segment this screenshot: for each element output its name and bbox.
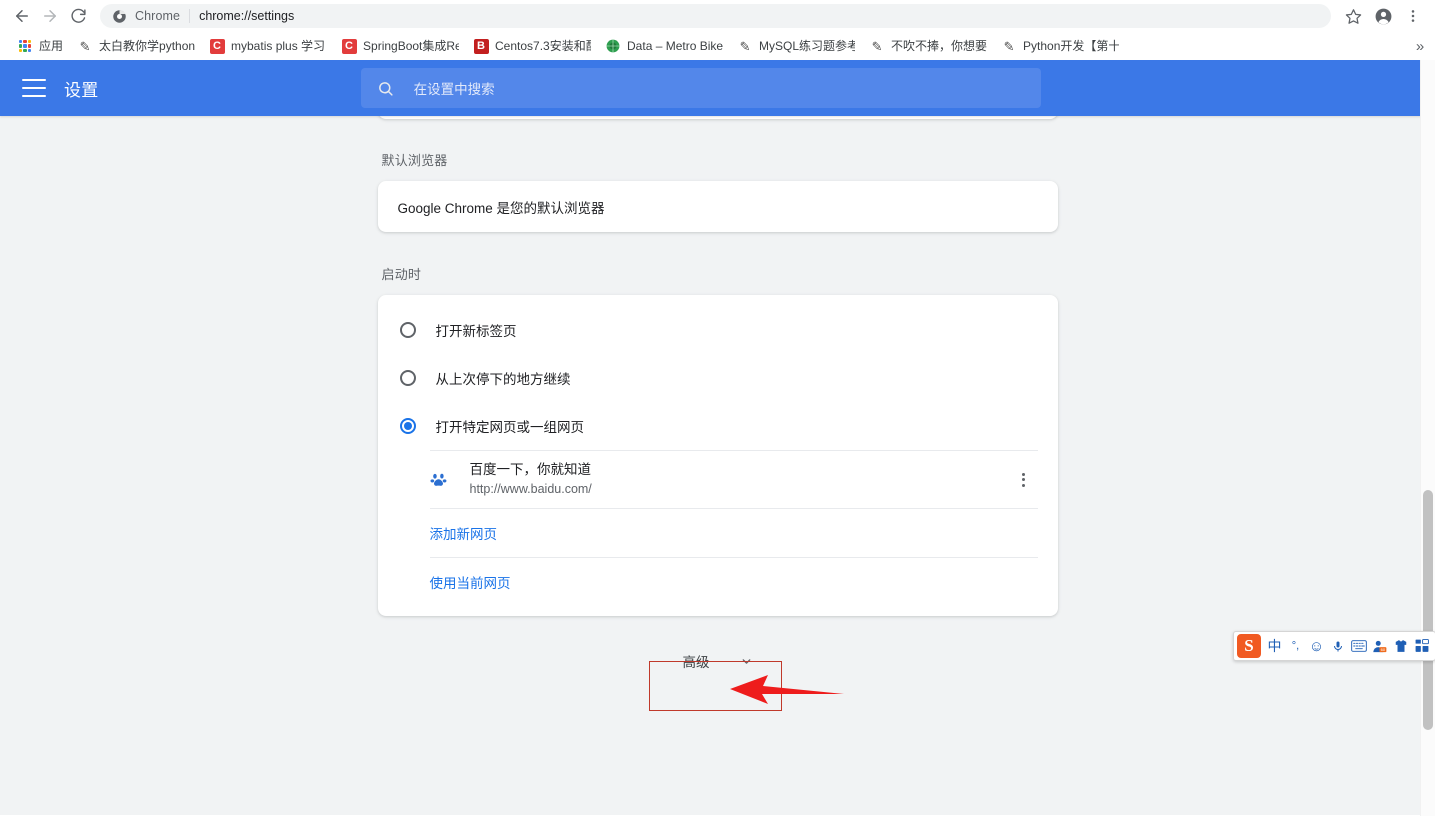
browser-toolbar: Chrome chrome://settings	[0, 0, 1435, 32]
omnibox-url[interactable]: chrome://settings	[199, 9, 294, 23]
bookmark-label: Python开发【第十九	[1023, 39, 1120, 53]
default-browser-section: 默认浏览器 Google Chrome 是您的默认浏览器	[377, 150, 1058, 232]
three-dot-menu-icon[interactable]	[1399, 2, 1427, 30]
startup-page-three-dot-menu-icon[interactable]	[1012, 468, 1036, 492]
startup-option-label: 打开新标签页	[435, 324, 517, 339]
bookmark-apps[interactable]: 应用	[10, 35, 70, 57]
bookmark-label: Centos7.3安装和配	[495, 39, 592, 53]
back-arrow-icon[interactable]	[8, 2, 36, 30]
startup-option-new-tab[interactable]: 打开新标签页	[378, 306, 1058, 354]
csdn-icon: C	[341, 38, 357, 54]
startup-option-continue[interactable]: 从上次停下的地方继续	[378, 354, 1058, 402]
sogou-logo-icon[interactable]: S	[1237, 634, 1261, 658]
page-scrollbar[interactable]	[1420, 60, 1435, 816]
bookmark-item[interactable]: ✎ Python开发【第十九	[994, 35, 1126, 57]
startup-option-label: 打开特定网页或一组网页	[435, 420, 585, 435]
on-startup-card: 打开新标签页 从上次停下的地方继续 打开特定网页或一组网页 百度一下，你就知道 …	[377, 295, 1058, 616]
startup-page-url: http://www.baidu.com/	[469, 482, 592, 496]
bookmarks-bar: 应用 ✎ 太白教你学python-- C mybatis plus 学习 - C…	[0, 32, 1435, 60]
csdn-pen-icon: ✎	[739, 38, 751, 54]
csdn-pen-icon: ✎	[1003, 38, 1015, 54]
bookmarks-overflow-button[interactable]: »	[1409, 35, 1431, 57]
svg-text:60: 60	[1381, 647, 1386, 652]
soft-keyboard-icon[interactable]	[1348, 634, 1369, 658]
add-new-page-row[interactable]: 添加新网页	[429, 508, 1038, 557]
on-startup-section-title: 启动时	[381, 267, 422, 282]
omnibox-separator	[189, 9, 191, 23]
settings-search-placeholder: 在设置中搜索	[413, 82, 495, 97]
settings-content: 地址栏中使用的搜索引擎 Google 管理搜索引擎	[377, 60, 1058, 684]
page-title: 设置	[64, 80, 99, 100]
csdn-icon: C	[209, 38, 225, 54]
default-browser-section-title: 默认浏览器	[381, 153, 448, 168]
default-browser-status-text: Google Chrome 是您的默认浏览器	[397, 200, 605, 216]
use-current-pages-link[interactable]: 使用当前网页	[430, 572, 511, 592]
radio-icon[interactable]	[399, 322, 416, 338]
bookmark-item[interactable]: Data – Metro Bike S	[598, 35, 730, 57]
default-browser-card: Google Chrome 是您的默认浏览器	[377, 181, 1058, 232]
default-browser-status-row: Google Chrome 是您的默认浏览器	[378, 181, 1058, 232]
star-icon[interactable]	[1339, 2, 1367, 30]
bookmark-label: SpringBoot集成Red	[363, 39, 460, 53]
scrollbar-thumb[interactable]	[1423, 490, 1433, 730]
radio-icon[interactable]	[399, 370, 416, 386]
profile-avatar-icon[interactable]	[1369, 2, 1397, 30]
browser-window: Chrome chrome://settings 应用 ✎ 太白教你学pytho…	[0, 0, 1435, 816]
csdn-pen-icon: ✎	[871, 38, 883, 54]
bookmark-label: 不吹不捧，你想要的	[891, 39, 988, 53]
bookmark-label: 应用	[39, 39, 64, 53]
apps-grid-icon	[17, 38, 33, 54]
advanced-button-label: 高级	[682, 655, 710, 670]
startup-option-specific-pages[interactable]: 打开特定网页或一组网页	[378, 402, 1058, 450]
on-startup-section: 启动时 打开新标签页 从上次停下的地方继续 打开特定网页或一组网页 百度一下，你…	[377, 264, 1058, 616]
bookmark-item[interactable]: C SpringBoot集成Red	[334, 35, 466, 57]
voice-input-icon[interactable]	[1327, 634, 1348, 658]
toolbox-icon[interactable]	[1411, 634, 1432, 658]
reload-icon[interactable]	[64, 2, 92, 30]
bookmark-item[interactable]: ✎ MySQL练习题参考答	[730, 35, 862, 57]
startup-page-text: 百度一下，你就知道 http://www.baidu.com/	[470, 460, 1012, 499]
punctuation-mode-icon[interactable]: °,	[1285, 634, 1306, 658]
settings-header-bar: 设置 在设置中搜索	[0, 60, 1435, 116]
site-icon	[605, 38, 621, 54]
bookmark-label: Data – Metro Bike S	[627, 39, 724, 53]
startup-page-row[interactable]: 百度一下，你就知道 http://www.baidu.com/	[429, 450, 1038, 508]
startup-option-label: 从上次停下的地方继续	[435, 372, 571, 387]
chevron-down-icon	[740, 655, 753, 668]
csdn-pen-icon: ✎	[79, 38, 91, 54]
emoji-icon[interactable]: ☺	[1306, 634, 1327, 658]
omnibox-chrome-label: Chrome	[135, 9, 181, 23]
startup-pages-list: 百度一下，你就知道 http://www.baidu.com/ 添加新网页 使用…	[378, 450, 1058, 606]
bookmark-item[interactable]: C mybatis plus 学习 -	[202, 35, 334, 57]
advanced-button[interactable]: 高级	[649, 638, 787, 684]
forward-arrow-icon[interactable]	[36, 2, 64, 30]
user-center-icon[interactable]: 60	[1369, 634, 1390, 658]
toolbar-right-actions	[1337, 2, 1427, 30]
baidu-paw-icon	[430, 471, 448, 489]
add-new-page-link[interactable]: 添加新网页	[430, 523, 498, 543]
bookmark-label: mybatis plus 学习 -	[231, 39, 328, 53]
use-current-pages-row[interactable]: 使用当前网页	[429, 557, 1038, 606]
address-bar[interactable]: Chrome chrome://settings	[100, 4, 1331, 28]
search-icon	[377, 80, 394, 97]
chinese-mode-icon[interactable]: 中	[1264, 634, 1285, 658]
skin-icon[interactable]	[1390, 634, 1411, 658]
radio-icon-selected[interactable]	[399, 418, 416, 434]
sogou-input-method-toolbar[interactable]: S 中 °, ☺ 60	[1233, 631, 1435, 661]
chrome-page-icon	[113, 9, 126, 23]
bookmark-item[interactable]: B Centos7.3安装和配	[466, 35, 598, 57]
settings-content-scroll: 地址栏中使用的搜索引擎 Google 管理搜索引擎	[0, 60, 1435, 816]
advanced-section: 高级	[378, 638, 1058, 684]
startup-page-title: 百度一下，你就知道	[469, 462, 592, 477]
hamburger-menu-icon[interactable]	[22, 79, 46, 97]
bookmark-label: MySQL练习题参考答	[759, 39, 856, 53]
bookmark-label: 太白教你学python--	[99, 39, 196, 53]
bookmark-item[interactable]: ✎ 太白教你学python--	[70, 35, 202, 57]
blog-icon: B	[473, 38, 489, 54]
bookmark-item[interactable]: ✎ 不吹不捧，你想要的	[862, 35, 994, 57]
settings-search-box[interactable]: 在设置中搜索	[360, 68, 1041, 108]
settings-page: 地址栏中使用的搜索引擎 Google 管理搜索引擎	[0, 60, 1435, 816]
